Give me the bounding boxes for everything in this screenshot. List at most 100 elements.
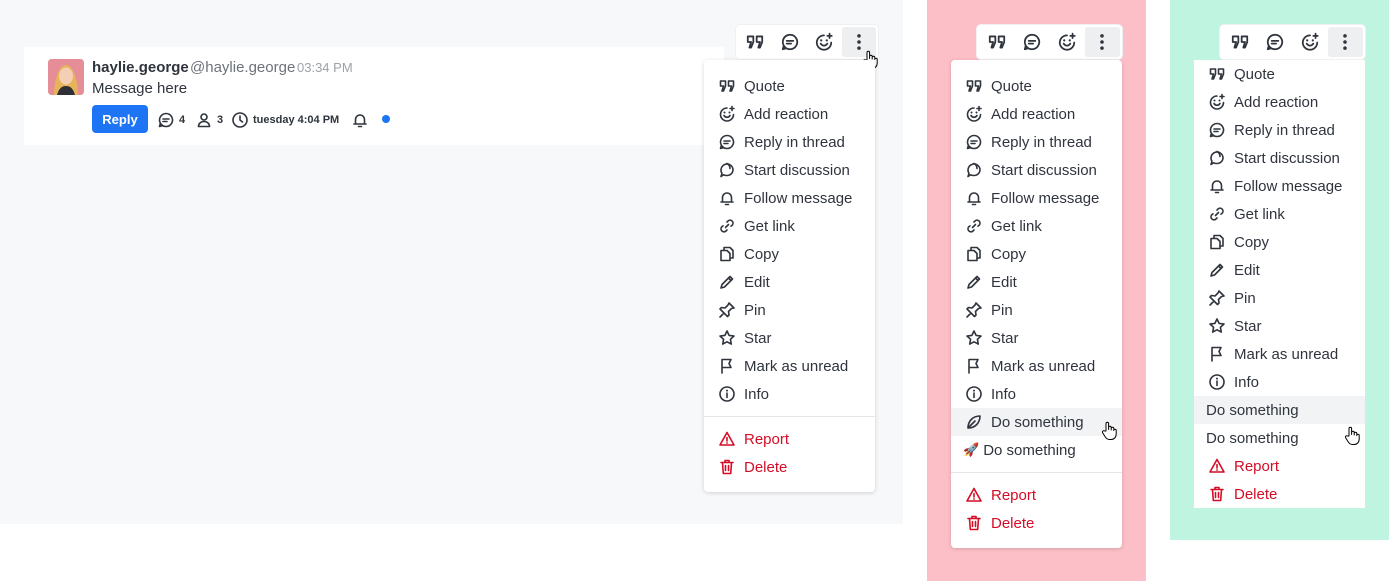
bell-icon[interactable] [351,111,369,129]
menu-item-add-reaction[interactable]: Add reaction [951,100,1122,128]
quote-button[interactable] [1222,27,1257,57]
discussion-icon [718,161,736,179]
menu-divider [951,472,1122,473]
menu-item-do-something[interactable]: Do something [1194,396,1365,424]
menu-item-report[interactable]: Report [1194,452,1365,480]
quote-button[interactable] [979,27,1014,57]
menu-item-label: Star [744,329,772,347]
menu-item-start-discussion[interactable]: Start discussion [704,156,875,184]
add-reaction-button[interactable] [807,27,842,57]
menu-item-delete[interactable]: Delete [704,453,875,481]
add-reaction-button[interactable] [1050,27,1085,57]
menu-item-label: Copy [991,245,1027,263]
menu-item-label: Add reaction [1234,93,1319,111]
menu-item-info[interactable]: Info [704,380,875,408]
menu-item-star[interactable]: Star [951,324,1122,352]
message-handle[interactable]: @haylie.george [190,59,295,76]
menu-item-follow-message[interactable]: Follow message [1194,172,1365,200]
menu-item-follow-message[interactable]: Follow message [951,184,1122,212]
menu-item-do-something-emoji[interactable]: 🚀 Do something [951,436,1122,464]
menu-item-quote[interactable]: Quote [1194,60,1365,88]
more-options-button[interactable] [1084,27,1120,57]
menu-item-start-discussion[interactable]: Start discussion [1194,144,1365,172]
menu-item-add-reaction[interactable]: Add reaction [1194,88,1365,116]
reply-button[interactable]: Reply [92,105,148,133]
last-reply: tuesday 4:04 PM [231,111,339,129]
menu-item-copy[interactable]: Copy [951,240,1122,268]
menu-item-pin[interactable]: Pin [704,296,875,324]
menu-item-label: Quote [744,77,785,95]
more-options-button[interactable] [1327,27,1363,57]
menu-item-follow-message[interactable]: Follow message [704,184,875,212]
message-timestamp[interactable]: 03:34 PM [297,60,353,75]
menu-item-star[interactable]: Star [704,324,875,352]
thread-count: 4 [157,111,185,129]
clock-icon [232,112,248,128]
menu-item-label: Star [991,329,1019,347]
menu-item-mark-as-unread[interactable]: Mark as unread [1194,340,1365,368]
link-icon [1208,205,1226,223]
pencil-icon [1208,261,1226,279]
menu-item-mark-as-unread[interactable]: Mark as unread [704,352,875,380]
menu-item-report[interactable]: Report [951,481,1122,509]
menu-item-get-link[interactable]: Get link [704,212,875,240]
message-username[interactable]: haylie.george [92,59,189,76]
info-icon [965,385,983,403]
menu-item-reply-in-thread[interactable]: Reply in thread [704,128,875,156]
menu-item-quote[interactable]: Quote [704,72,875,100]
menu-item-label: Star [1234,317,1262,335]
menu-item-get-link[interactable]: Get link [1194,200,1365,228]
menu-item-label: Edit [991,273,1017,291]
reply-in-thread-button[interactable] [773,27,808,57]
menu-item-label: Mark as unread [744,357,849,375]
participants-count-value: 3 [217,114,224,126]
pointer-cursor-icon [1344,426,1360,446]
menu-item-add-reaction[interactable]: Add reaction [704,100,875,128]
add-reaction-button[interactable] [1293,27,1328,57]
menu-item-mark-as-unread[interactable]: Mark as unread [951,352,1122,380]
menu-item-delete[interactable]: Delete [951,509,1122,537]
menu-item-reply-in-thread[interactable]: Reply in thread [1194,116,1365,144]
menu-item-pin[interactable]: Pin [951,296,1122,324]
pencil-icon [965,273,983,291]
quote-button[interactable] [738,27,773,57]
pencil-icon [718,273,736,291]
pin-icon [1208,289,1226,307]
menu-item-copy[interactable]: Copy [1194,228,1365,256]
link-icon [718,217,736,235]
menu-item-start-discussion[interactable]: Start discussion [951,156,1122,184]
menu-item-quote[interactable]: Quote [951,72,1122,100]
reply-in-thread-icon [1022,32,1042,52]
copy-icon [1208,233,1226,251]
menu-item-get-link[interactable]: Get link [951,212,1122,240]
menu-item-star[interactable]: Star [1194,312,1365,340]
reply-in-thread-button[interactable] [1257,27,1292,57]
avatar[interactable] [48,59,84,95]
reply-in-thread-button[interactable] [1014,27,1049,57]
menu-item-pin[interactable]: Pin [1194,284,1365,312]
menu-item-info[interactable]: Info [951,380,1122,408]
menu-item-edit[interactable]: Edit [951,268,1122,296]
add-reaction-icon [1300,32,1320,52]
menu-item-label: Start discussion [991,161,1097,179]
reply-in-thread-icon [1208,121,1226,139]
menu-item-report[interactable]: Report [704,425,875,453]
menu-item-edit[interactable]: Edit [1194,256,1365,284]
add-reaction-icon [1208,93,1226,111]
leaf-icon [965,413,983,431]
menu-item-delete[interactable]: Delete [1194,480,1365,508]
menu-item-do-something[interactable]: Do something [951,408,1122,436]
menu-item-copy[interactable]: Copy [704,240,875,268]
copy-icon [965,245,983,263]
menu-item-label: Add reaction [744,105,829,123]
follow-bell[interactable] [351,111,369,129]
bell-icon [1208,177,1226,195]
menu-item-label: Get link [991,217,1042,235]
menu-item-do-something[interactable]: Do something [1194,424,1365,452]
menu-item-info[interactable]: Info [1194,368,1365,396]
menu-item-edit[interactable]: Edit [704,268,875,296]
menu-item-label: Pin [991,301,1013,319]
menu-item-reply-in-thread[interactable]: Reply in thread [951,128,1122,156]
menu-item-label: Copy [1234,233,1270,251]
info-icon [1208,373,1226,391]
